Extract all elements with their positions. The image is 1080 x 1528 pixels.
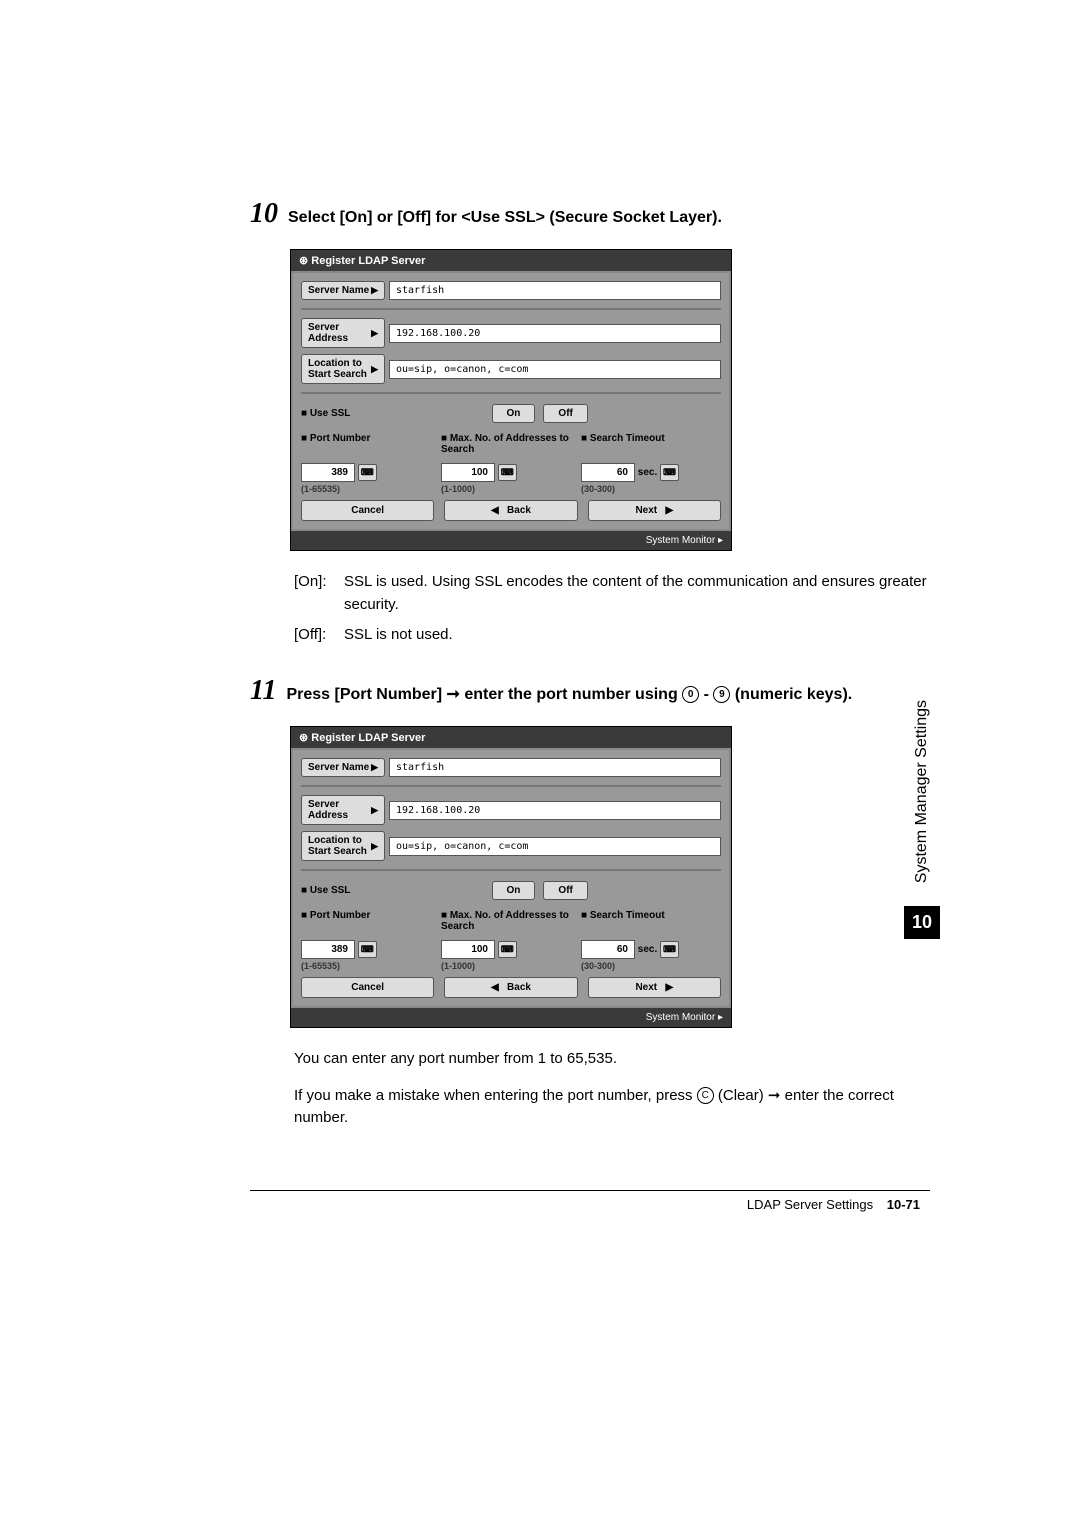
step-10-description: [On]: SSL is used. Using SSL encodes the… [294, 571, 930, 647]
timeout-unit: sec. [638, 467, 657, 478]
max-range: (1-1000) [441, 961, 581, 971]
step-10-heading: 10 Select [On] or [Off] for <Use SSL> (S… [250, 200, 930, 229]
port-range: (1-65535) [301, 961, 441, 971]
server-name-value: starfish [389, 758, 721, 777]
max-addresses-input[interactable]: 100 [441, 463, 495, 482]
step-11-heading: 11 Press [Port Number] ➞ enter the port … [250, 677, 930, 706]
port-number-label: ■ Port Number [301, 910, 441, 932]
chevron-right-icon: ▶ [371, 805, 378, 816]
next-button[interactable]: Next ▶ [588, 977, 721, 998]
keypad-icon: ⌨ [660, 464, 679, 481]
location-button[interactable]: Location to Start Search▶ [301, 354, 385, 384]
cancel-button[interactable]: Cancel [301, 977, 434, 998]
desc-off-key: [Off]: [294, 624, 344, 647]
dialog-title: ⊛ Register LDAP Server [291, 727, 731, 748]
cancel-button[interactable]: Cancel [301, 500, 434, 521]
timeout-input[interactable]: 60 [581, 463, 635, 482]
keypad-icon: ⌨ [498, 941, 517, 958]
server-name-button[interactable]: Server Name▶ [301, 758, 385, 777]
divider [301, 392, 721, 394]
max-addresses-input[interactable]: 100 [441, 940, 495, 959]
numeric-key-0-icon: 0 [682, 686, 699, 703]
chevron-right-icon: ▶ [371, 328, 378, 339]
search-timeout-label: ■ Search Timeout [581, 433, 721, 455]
desc-off-val: SSL is not used. [344, 624, 930, 647]
system-monitor-button[interactable]: System Monitor ▸ [291, 531, 731, 550]
chapter-tab: System Manager Settings 10 [904, 700, 940, 939]
timeout-unit: sec. [638, 944, 657, 955]
server-name-button[interactable]: Server Name▶ [301, 281, 385, 300]
server-address-button[interactable]: Server Address▶ [301, 318, 385, 348]
step-11-body-2: If you make a mistake when entering the … [294, 1085, 930, 1130]
ssl-on-button[interactable]: On [492, 404, 536, 423]
port-number-label: ■ Port Number [301, 433, 441, 455]
chapter-label: System Manager Settings [913, 700, 931, 883]
chevron-right-icon: ▶ [371, 285, 378, 296]
back-button[interactable]: ◀ Back [444, 500, 577, 521]
server-address-value: 192.168.100.20 [389, 324, 721, 343]
step-number: 11 [250, 677, 276, 705]
server-name-value: starfish [389, 281, 721, 300]
port-number-input[interactable]: 389 [301, 940, 355, 959]
dialog-title: ⊛ Register LDAP Server [291, 250, 731, 271]
chevron-right-icon: ▸ [718, 535, 723, 546]
location-value: ou=sip, o=canon, c=com [389, 837, 721, 856]
server-address-button[interactable]: Server Address▶ [301, 795, 385, 825]
step-text: Select [On] or [Off] for <Use SSL> (Secu… [288, 207, 722, 229]
footer-page-number: 10-71 [887, 1197, 920, 1212]
chevron-right-icon: ▶ [371, 841, 378, 852]
ldap-screenshot-1: ⊛ Register LDAP Server Server Name▶ star… [290, 249, 732, 551]
keypad-icon: ⌨ [358, 464, 377, 481]
footer-section: LDAP Server Settings [747, 1197, 873, 1212]
location-button[interactable]: Location to Start Search▶ [301, 831, 385, 861]
dialog-body: Server Name▶ starfish Server Address▶ 19… [291, 748, 731, 1008]
use-ssl-label: ■ Use SSL [301, 885, 350, 896]
search-timeout-label: ■ Search Timeout [581, 910, 721, 932]
port-number-input[interactable]: 389 [301, 463, 355, 482]
divider [301, 869, 721, 871]
ssl-off-button[interactable]: Off [543, 404, 587, 423]
step-11-body-1: You can enter any port number from 1 to … [294, 1048, 930, 1071]
next-button[interactable]: Next ▶ [588, 500, 721, 521]
timeout-range: (30-300) [581, 961, 721, 971]
desc-on-key: [On]: [294, 571, 344, 616]
chapter-number: 10 [904, 906, 940, 939]
back-button[interactable]: ◀ Back [444, 977, 577, 998]
divider [301, 308, 721, 310]
ssl-off-button[interactable]: Off [543, 881, 587, 900]
ldap-screenshot-2: ⊛ Register LDAP Server Server Name▶ star… [290, 726, 732, 1028]
chevron-right-icon: ▶ [371, 762, 378, 773]
numeric-key-9-icon: 9 [713, 686, 730, 703]
page-footer: LDAP Server Settings 10-71 [250, 1190, 930, 1212]
divider [301, 785, 721, 787]
use-ssl-label: ■ Use SSL [301, 408, 350, 419]
system-monitor-button[interactable]: System Monitor ▸ [291, 1008, 731, 1027]
max-addresses-label: ■ Max. No. of Addresses to Search [441, 433, 581, 455]
step-text: Press [Port Number] ➞ enter the port num… [286, 684, 852, 706]
keypad-icon: ⌨ [660, 941, 679, 958]
timeout-range: (30-300) [581, 484, 721, 494]
chevron-right-icon: ▸ [718, 1012, 723, 1023]
port-range: (1-65535) [301, 484, 441, 494]
max-addresses-label: ■ Max. No. of Addresses to Search [441, 910, 581, 932]
location-value: ou=sip, o=canon, c=com [389, 360, 721, 379]
ssl-on-button[interactable]: On [492, 881, 536, 900]
max-range: (1-1000) [441, 484, 581, 494]
keypad-icon: ⌨ [498, 464, 517, 481]
chevron-right-icon: ▶ [371, 364, 378, 375]
step-number: 10 [250, 200, 278, 228]
server-address-value: 192.168.100.20 [389, 801, 721, 820]
clear-key-icon: C [697, 1087, 714, 1104]
timeout-input[interactable]: 60 [581, 940, 635, 959]
keypad-icon: ⌨ [358, 941, 377, 958]
desc-on-val: SSL is used. Using SSL encodes the conte… [344, 571, 930, 616]
dialog-body: Server Name▶ starfish Server Address▶ 19… [291, 271, 731, 531]
